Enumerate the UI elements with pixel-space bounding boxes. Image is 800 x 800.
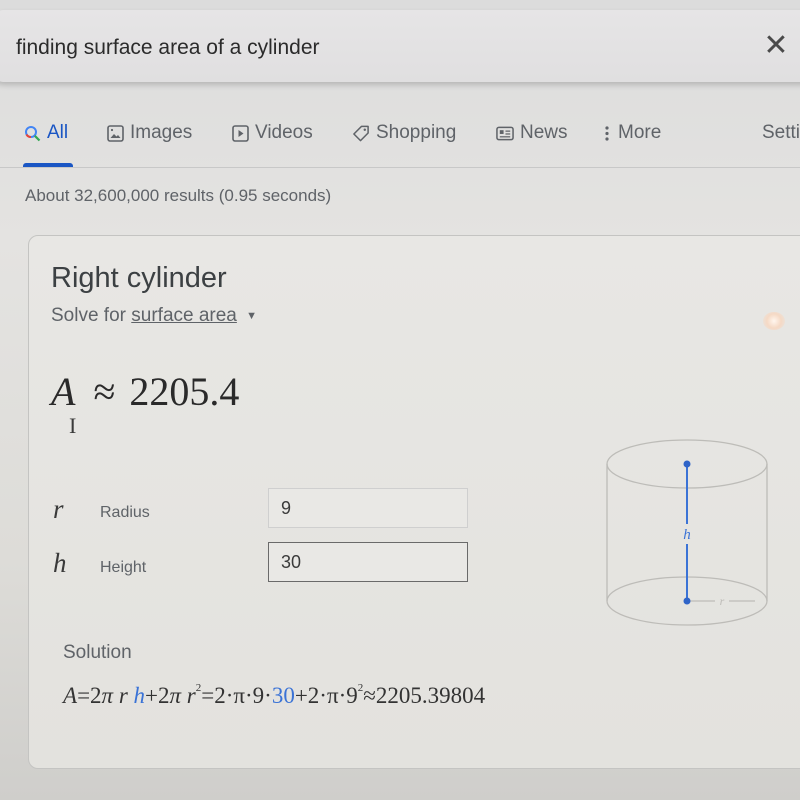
result-value: 2205.4: [129, 369, 240, 414]
eq-plus: +: [145, 683, 159, 708]
result-readout: A ≈2205.4: [51, 368, 239, 415]
height-top-point: [683, 460, 691, 468]
solution-label: Solution: [63, 642, 132, 663]
tab-label: Videos: [255, 122, 313, 143]
play-icon: [231, 124, 249, 142]
image-icon: [106, 124, 124, 142]
search-bar[interactable]: finding surface area of a cylinder ✕: [0, 10, 800, 82]
search-tabs: All Images Videos Shopping News More Set…: [0, 118, 800, 168]
eq-result-value: 2205.39804: [375, 683, 486, 708]
solve-for-prefix: Solve for: [51, 305, 126, 326]
cylinder-diagram: r h: [606, 439, 768, 626]
tab-label: More: [618, 122, 662, 143]
tab-label: All: [47, 122, 69, 143]
tabs-divider: [0, 167, 800, 168]
height-bottom-point: [683, 597, 691, 605]
eq-equals: =: [77, 683, 91, 708]
radius-symbol: r: [53, 494, 64, 524]
diagram-height-label: h: [683, 527, 691, 543]
search-input[interactable]: finding surface area of a cylinder: [16, 36, 320, 60]
eq-height-value: 30: [271, 683, 295, 708]
eq-h: h: [133, 683, 146, 708]
diagram-radius-label: r: [720, 594, 725, 608]
more-vert-icon: [602, 124, 612, 142]
result-stats: About 32,600,000 results (0.95 seconds): [25, 186, 332, 205]
eq-lhs: A: [63, 683, 78, 708]
tab-label: Setti: [762, 122, 800, 143]
tab-images[interactable]: Images: [106, 122, 192, 144]
solve-for-dropdown[interactable]: surface area: [131, 305, 237, 326]
dropdown-caret-icon[interactable]: ▼: [246, 310, 257, 322]
eq-r: r: [186, 683, 196, 708]
eq-pi: π: [169, 683, 182, 708]
radius-label: Radius: [100, 504, 150, 521]
tab-label: Shopping: [376, 122, 457, 143]
radius-row: r Radius: [29, 488, 489, 532]
newspaper-icon: [496, 124, 514, 142]
result-symbol: A: [51, 369, 76, 414]
eq-substitution: 2·π·9·: [214, 683, 272, 708]
eq-factor: 2: [90, 683, 102, 708]
eq-pi: π: [101, 683, 114, 708]
radius-input[interactable]: [268, 488, 468, 528]
close-icon[interactable]: ✕: [760, 30, 792, 62]
tab-more[interactable]: More: [602, 122, 661, 144]
height-row: h Height: [29, 542, 489, 586]
search-icon: [23, 124, 41, 142]
tab-all[interactable]: All: [23, 122, 68, 144]
calculator-card: Right cylinder Solve for surface area ▼ …: [28, 235, 800, 769]
tab-shopping[interactable]: Shopping: [352, 122, 456, 144]
height-label: Height: [100, 559, 147, 576]
eq-factor: 2: [158, 683, 170, 708]
height-input[interactable]: [268, 542, 468, 582]
tab-settings[interactable]: Setti: [762, 122, 800, 144]
approx-sign: ≈: [93, 369, 116, 414]
solve-for: Solve for surface area ▼: [51, 305, 257, 327]
tab-label: News: [520, 122, 568, 143]
tab-news[interactable]: News: [496, 122, 568, 144]
screen-glare: [763, 312, 785, 330]
height-symbol: h: [53, 548, 67, 578]
eq-r: r: [118, 683, 128, 708]
tag-icon: [352, 124, 370, 142]
eq-equals: =: [201, 683, 215, 708]
tab-label: Images: [130, 122, 193, 143]
card-title: Right cylinder: [51, 262, 227, 294]
text-cursor-icon: I: [69, 413, 77, 438]
eq-substitution: +2·π·9: [294, 683, 358, 708]
solution-equation: A=2π r h+2π r2=2·π·9·30+2·π·92≈2205.3980…: [63, 682, 485, 709]
tab-videos[interactable]: Videos: [231, 122, 313, 144]
eq-approx: ≈: [363, 683, 376, 708]
